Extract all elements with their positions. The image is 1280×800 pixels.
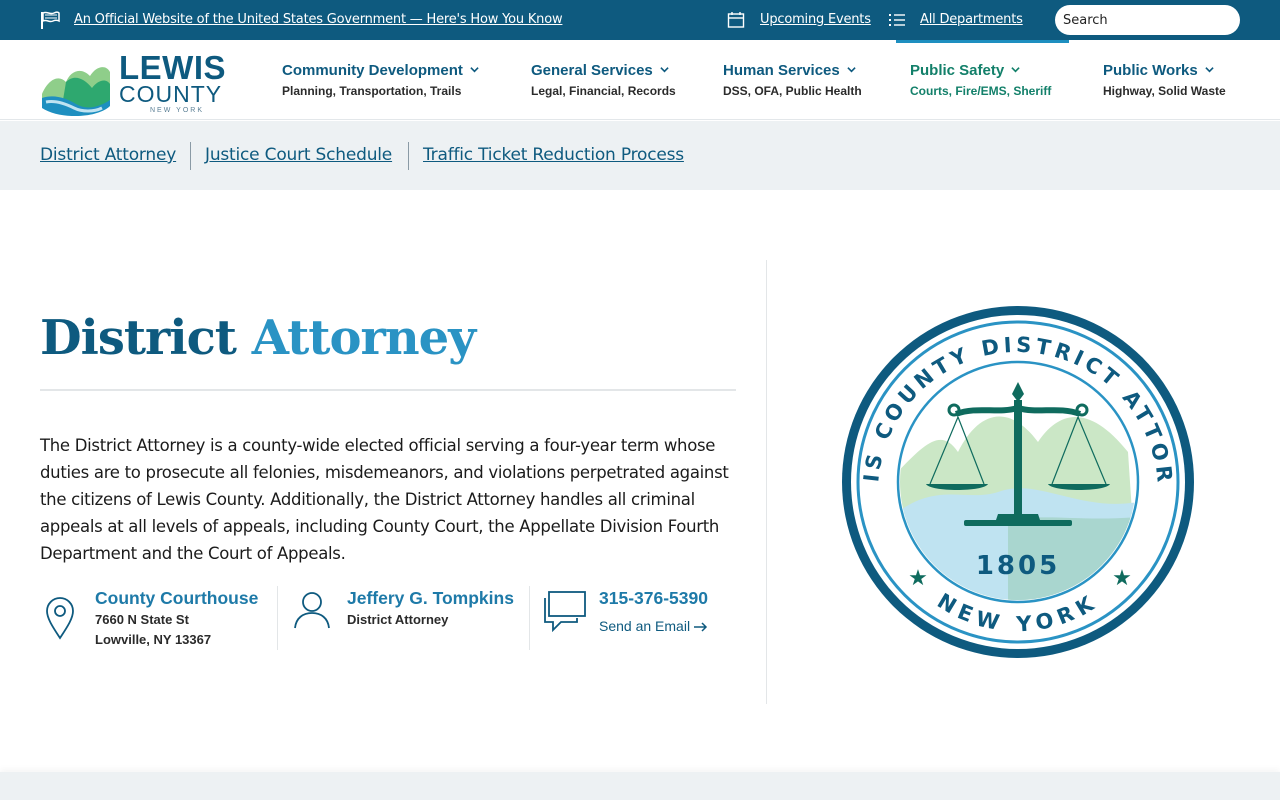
nav-title: Public Works: [1103, 62, 1214, 79]
nav-title: Public Safety: [910, 62, 1020, 79]
nav-subtitle: Courts, Fire/EMS, Sheriff: [910, 84, 1052, 98]
flag-icon: [41, 11, 60, 29]
chevron-down-icon: [1205, 67, 1214, 73]
site-header: LEWIS COUNTY NEW YORK Community Developm…: [0, 40, 1280, 120]
send-email-link[interactable]: Send an Email: [599, 618, 708, 634]
person-role: District Attorney: [347, 612, 449, 627]
contact-person: Jeffery G. Tompkins District Attorney: [292, 588, 524, 652]
nav-public-safety[interactable]: Public Safety Courts, Fire/EMS, Sheriff: [896, 40, 1069, 120]
nav-subtitle: Highway, Solid Waste: [1103, 84, 1226, 98]
gov-banner: An Official Website of the United States…: [0, 0, 1280, 40]
logo-lewis-text: LEWIS: [119, 49, 226, 86]
all-departments-link[interactable]: All Departments: [920, 12, 1023, 27]
subnav-divider: [190, 142, 191, 170]
nav-human-services[interactable]: Human Services DSS, OFA, Public Health: [723, 40, 873, 120]
nav-subtitle: Legal, Financial, Records: [531, 84, 676, 98]
seal-star-right: ★: [1112, 566, 1132, 591]
logo-state-text: NEW YORK: [150, 107, 204, 114]
subnav-divider: [408, 142, 409, 170]
title-part1: District: [40, 310, 237, 366]
chevron-down-icon: [470, 67, 479, 73]
person-name[interactable]: Jeffery G. Tompkins: [347, 588, 514, 609]
chevron-down-icon: [1011, 67, 1020, 73]
intro-paragraph: The District Attorney is a county-wide e…: [40, 436, 729, 563]
nav-title: General Services: [531, 62, 669, 79]
location-title[interactable]: County Courthouse: [95, 588, 258, 609]
list-icon: [889, 14, 905, 26]
location-pin-icon: [46, 597, 74, 640]
subnav-district-attorney[interactable]: District Attorney: [40, 145, 176, 165]
nav-general-services[interactable]: General Services Legal, Financial, Recor…: [531, 40, 691, 120]
page-title: District Attorney: [40, 310, 476, 366]
location-street: 7660 N State St: [95, 612, 189, 627]
nav-subtitle: Planning, Transportation, Trails: [282, 84, 462, 98]
person-icon: [294, 592, 330, 629]
subnav-justice-court-schedule[interactable]: Justice Court Schedule: [205, 145, 392, 165]
contact-divider: [529, 586, 530, 650]
chevron-down-icon: [847, 67, 856, 73]
footer-band: [0, 772, 1280, 800]
nav-subtitle: DSS, OFA, Public Health: [723, 84, 862, 98]
county-logo[interactable]: LEWIS COUNTY NEW YORK: [40, 49, 226, 116]
nav-title: Community Development: [282, 62, 479, 79]
upcoming-events-link[interactable]: Upcoming Events: [760, 12, 871, 27]
contact-location: County Courthouse 7660 N State St Lowvil…: [40, 588, 270, 652]
title-divider: [40, 389, 736, 391]
subnav-traffic-ticket[interactable]: Traffic Ticket Reduction Process: [423, 145, 684, 165]
phone-number[interactable]: 315-376-5390: [599, 588, 708, 609]
calendar-icon: [727, 12, 745, 28]
column-divider: [766, 260, 767, 704]
seal-star-left: ★: [908, 566, 928, 591]
hills-logo-icon: [42, 67, 110, 116]
arrow-right-icon: [693, 622, 708, 632]
official-website-link[interactable]: An Official Website of the United States…: [74, 12, 563, 27]
logo-county-text: COUNTY: [119, 81, 223, 107]
nav-community-development[interactable]: Community Development Planning, Transpor…: [282, 40, 492, 120]
search-input[interactable]: [1055, 5, 1240, 35]
title-part2: Attorney: [251, 310, 476, 366]
seal-year: 1805: [976, 551, 1060, 581]
active-indicator: [896, 40, 1069, 43]
chevron-down-icon: [660, 67, 669, 73]
contact-divider: [277, 586, 278, 650]
nav-title: Human Services: [723, 62, 856, 79]
contact-phone: 315-376-5390 Send an Email: [543, 588, 743, 652]
chat-icon: [544, 591, 586, 632]
section-subnav: District Attorney Justice Court Schedule…: [0, 121, 1280, 190]
location-city: Lowville, NY 13367: [95, 632, 212, 647]
district-attorney-seal: LEWIS COUNTY DISTRICT ATTORNEY NEW YORK …: [838, 302, 1194, 658]
nav-public-works[interactable]: Public Works Highway, Solid Waste: [1103, 40, 1243, 120]
